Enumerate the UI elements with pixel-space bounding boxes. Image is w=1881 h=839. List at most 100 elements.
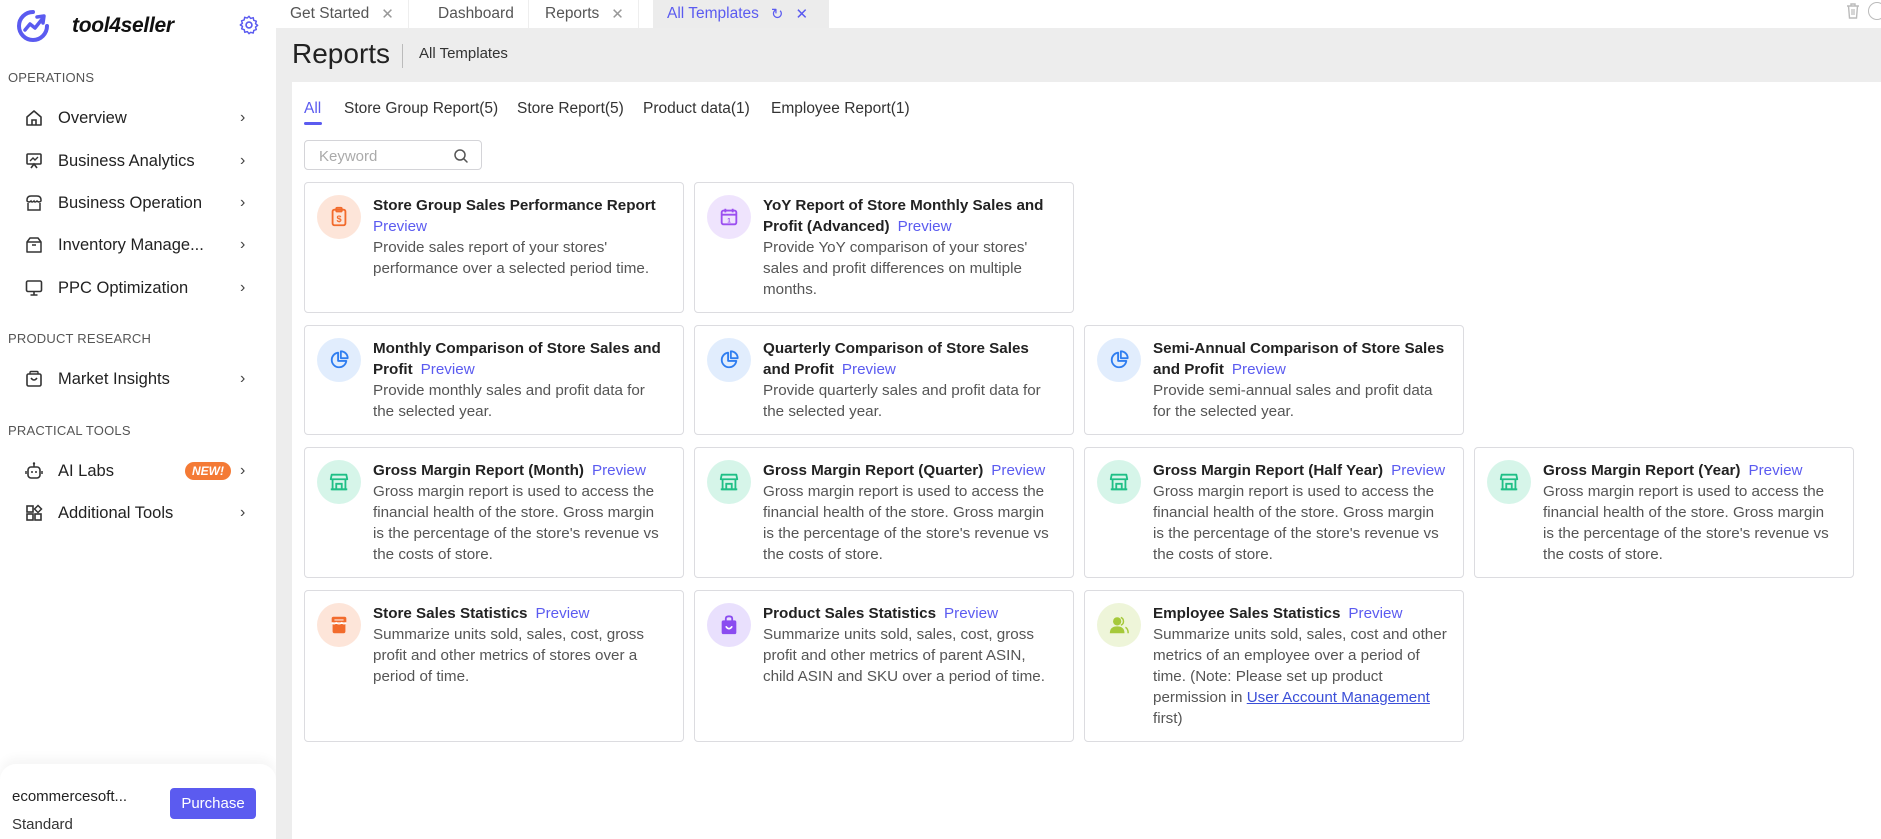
- trash-icon[interactable]: [1845, 2, 1861, 20]
- section-title-product-research: PRODUCT RESEARCH: [8, 331, 152, 346]
- storefront-icon: [707, 460, 751, 504]
- sidebar-item-inventory-management[interactable]: Inventory Manage... ›: [0, 227, 276, 263]
- preview-link[interactable]: Preview: [373, 216, 669, 237]
- preview-link[interactable]: Preview: [592, 462, 646, 479]
- sidebar: tool4seller OPERATIONS Overview › Busine…: [0, 0, 276, 839]
- search-icon[interactable]: [453, 148, 469, 164]
- card-body: Quarterly Comparison of Store Sales and …: [763, 338, 1059, 422]
- card-body: Gross Margin Report (Half Year) Preview Gr…: [1153, 460, 1449, 565]
- card-header: Product Sales Statistics Preview: [763, 603, 1059, 624]
- svg-text:1: 1: [727, 218, 731, 225]
- close-icon[interactable]: ✕: [611, 5, 624, 23]
- pie-chart-icon: [1097, 338, 1141, 382]
- shop-icon: [317, 603, 361, 647]
- card-body: YoY Report of Store Monthly Sales and Pr…: [763, 195, 1059, 300]
- sidebar-item-overview[interactable]: Overview ›: [0, 100, 276, 136]
- report-card-semi-annual-comparison-of-store-sales-and-profit[interactable]: Semi-Annual Comparison of Store Sales an…: [1084, 325, 1464, 435]
- account-name[interactable]: ecommercesoft...: [12, 788, 127, 805]
- preview-link[interactable]: Preview: [842, 361, 896, 378]
- sidebar-item-label: AI Labs: [58, 461, 114, 480]
- category-tab-employee-report[interactable]: Employee Report(1): [771, 100, 910, 118]
- tab-get-started[interactable]: Get Started ✕: [276, 0, 409, 28]
- tab-label: Get Started: [290, 5, 370, 22]
- preview-link[interactable]: Preview: [1748, 462, 1802, 479]
- robot-icon: [25, 462, 43, 479]
- card-description: Gross margin report is used to access th…: [373, 483, 659, 563]
- report-card-store-group-sales-performance-report[interactable]: $ Store Group Sales Performance Report Pre…: [304, 182, 684, 313]
- chevron-right-icon: ›: [240, 109, 246, 126]
- report-card-store-sales-statistics[interactable]: Store Sales Statistics Preview Summarize u…: [304, 590, 684, 742]
- preview-link[interactable]: Preview: [1391, 462, 1445, 479]
- refresh-icon[interactable]: ↻: [771, 5, 784, 23]
- close-icon[interactable]: ✕: [795, 5, 808, 23]
- card-description: Provide YoY comparison of your stores' s…: [763, 239, 1028, 298]
- sidebar-item-business-operation[interactable]: Business Operation ›: [0, 185, 276, 221]
- card-description: Provide monthly sales and profit data fo…: [373, 382, 645, 420]
- pie-chart-icon: [720, 350, 739, 369]
- category-tab-store-group-report[interactable]: Store Group Report(5): [344, 100, 498, 118]
- card-header: Store Sales Statistics Preview: [373, 603, 669, 624]
- tab-dashboard[interactable]: Dashboard: [424, 0, 529, 28]
- keyword-search: [304, 140, 482, 170]
- preview-link[interactable]: Preview: [535, 605, 589, 622]
- sidebar-divider: [276, 0, 292, 839]
- card-body: Gross Margin Report (Month) Preview Gross …: [373, 460, 669, 565]
- card-header: Gross Margin Report (Quarter) Preview: [763, 460, 1059, 481]
- report-card-gross-margin-report-year[interactable]: Gross Margin Report (Year) Preview Gross m…: [1474, 447, 1854, 578]
- chevron-right-icon: ›: [240, 504, 246, 521]
- card-header: YoY Report of Store Monthly Sales and Pr…: [763, 195, 1059, 237]
- tab-label: Reports: [545, 5, 600, 22]
- report-card-product-sales-statistics[interactable]: Product Sales Statistics Preview Summarize…: [694, 590, 1074, 742]
- sidebar-item-market-insights[interactable]: Market Insights ›: [0, 361, 276, 397]
- logo[interactable]: tool4seller: [16, 8, 174, 44]
- clipboard-dollar-icon: $: [317, 195, 361, 239]
- card-title: Monthly Comparison of Store Sales and Pr…: [373, 340, 661, 378]
- close-icon[interactable]: ✕: [381, 5, 394, 23]
- card-body: Monthly Comparison of Store Sales and Pr…: [373, 338, 669, 422]
- card-description: Gross margin report is used to access th…: [1153, 483, 1439, 563]
- card-header: Monthly Comparison of Store Sales and Pr…: [373, 338, 669, 380]
- storefront-icon: [329, 473, 349, 491]
- chevron-right-icon: ›: [240, 152, 246, 169]
- category-tab-all[interactable]: All: [304, 100, 321, 118]
- report-card-employee-sales-statistics[interactable]: Employee Sales Statistics Preview Summariz…: [1084, 590, 1464, 742]
- report-card-quarterly-comparison-of-store-sales-and-profit[interactable]: Quarterly Comparison of Store Sales and …: [694, 325, 1074, 435]
- category-tab-product-data[interactable]: Product data(1): [643, 100, 750, 118]
- sidebar-item-label: Additional Tools: [58, 503, 174, 522]
- keyword-search-input[interactable]: [319, 146, 449, 166]
- tab-bar: Get Started ✕ Dashboard Reports ✕ All Te…: [276, 0, 1881, 28]
- card-header: Store Group Sales Performance Report Prev…: [373, 195, 669, 237]
- breadcrumb: All Templates: [419, 45, 508, 62]
- section-title-operations: OPERATIONS: [8, 70, 95, 85]
- report-card-gross-margin-report-half-year[interactable]: Gross Margin Report (Half Year) Preview Gr…: [1084, 447, 1464, 578]
- clipboard-dollar-icon: $: [331, 206, 347, 227]
- sidebar-item-business-analytics[interactable]: Business Analytics ›: [0, 143, 276, 179]
- card-description: Provide quarterly sales and profit data …: [763, 382, 1041, 420]
- report-card-monthly-comparison-of-store-sales-and-profit[interactable]: Monthly Comparison of Store Sales and Pr…: [304, 325, 684, 435]
- tab-reports[interactable]: Reports ✕: [531, 0, 639, 28]
- report-card-gross-margin-report-month[interactable]: Gross Margin Report (Month) Preview Gross …: [304, 447, 684, 578]
- card-title: Employee Sales Statistics: [1153, 605, 1341, 622]
- preview-link[interactable]: Preview: [898, 218, 952, 235]
- pie-chart-icon: [330, 350, 349, 369]
- more-icon[interactable]: [1868, 2, 1881, 20]
- card-title: Store Group Sales Performance Report: [373, 197, 656, 214]
- user-account-management-link[interactable]: User Account Management: [1247, 689, 1430, 706]
- preview-link[interactable]: Preview: [944, 605, 998, 622]
- preview-link[interactable]: Preview: [1348, 605, 1402, 622]
- sidebar-item-additional-tools[interactable]: Additional Tools ›: [0, 495, 276, 531]
- active-tab-indicator: [304, 122, 322, 125]
- report-card-gross-margin-report-quarter[interactable]: Gross Margin Report (Quarter) Preview Gros…: [694, 447, 1074, 578]
- settings-gear-icon[interactable]: [238, 14, 260, 36]
- report-card-yoy-report-of-store-monthly-sales-and-profit-advanced[interactable]: 1 YoY Report of Store Monthly Sales and P…: [694, 182, 1074, 313]
- purchase-button[interactable]: Purchase: [170, 788, 256, 819]
- sidebar-item-ai-labs[interactable]: AI Labs NEW! ›: [0, 453, 276, 489]
- tab-all-templates[interactable]: All Templates ↻ ✕: [653, 0, 829, 28]
- preview-link[interactable]: Preview: [991, 462, 1045, 479]
- sidebar-item-ppc-optimization[interactable]: PPC Optimization ›: [0, 270, 276, 306]
- category-tab-store-report[interactable]: Store Report(5): [517, 100, 624, 118]
- monitor-icon: [25, 280, 43, 296]
- preview-link[interactable]: Preview: [1232, 361, 1286, 378]
- preview-link[interactable]: Preview: [421, 361, 475, 378]
- home-icon: [26, 110, 42, 126]
